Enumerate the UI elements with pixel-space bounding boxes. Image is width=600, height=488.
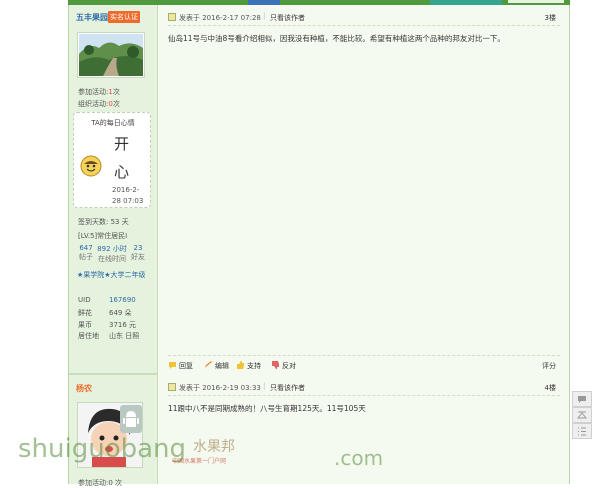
watermark-domain: .com [334, 446, 384, 470]
post-actions: 回复 编辑 支持 反对 评分 [168, 355, 560, 372]
mood-word-2: 心 [114, 163, 130, 181]
support-label: 支持 [247, 362, 261, 370]
thumbs-up-icon [236, 361, 245, 369]
daily-mood-box: TA的每日心情 开 心 2016-2- 28 07:03 [73, 112, 151, 208]
post-separator [69, 373, 157, 375]
org-activity-unit: 次 [112, 100, 120, 108]
thumbs-down-icon [271, 361, 280, 369]
join-activity-stat-2: 参加活动:0 次 [78, 479, 123, 487]
info-uid: UID 167690 [78, 296, 136, 304]
info-flowers-key: 鲜花 [78, 309, 92, 317]
divider: | [263, 12, 266, 20]
pencil-icon [204, 361, 213, 369]
info-location: 居住地 山东 日照 [78, 331, 139, 341]
join-activity-stat: 参加活动:1次 [78, 87, 120, 97]
floor-number-2[interactable]: 4楼 [545, 383, 556, 393]
online-time-label: 在线时间 [98, 255, 126, 263]
list-icon[interactable] [572, 423, 592, 439]
avatar-landscape-image [79, 34, 143, 76]
join-activity-label: 参加活动: [78, 88, 109, 96]
post-message: 仙岛11号与中油8号看介绍相似，因我没有种植，不能比较。希望有种植这两个品种的邦… [168, 34, 505, 43]
info-coins: 果币 3716 元 [78, 320, 136, 330]
medal-title[interactable]: ★果学院★大学二年级 [77, 270, 146, 280]
user-level[interactable]: [LV.5]常住居民I [78, 231, 127, 241]
watermark-text: shuiguobang [18, 434, 187, 464]
signin-days: 签到天数: 53 天 [78, 218, 129, 226]
post-time-icon [168, 13, 176, 21]
info-flowers-value: 649 朵 [109, 309, 132, 317]
oppose-label: 反对 [282, 362, 296, 370]
posts-count-value[interactable]: 647 [79, 244, 92, 252]
divider: | [263, 382, 266, 390]
watermark-cn: 水果邦 [193, 439, 235, 455]
verify-badge: 实名认证 [108, 11, 140, 23]
org-activity-stat: 组织活动:0次 [78, 99, 120, 109]
info-uid-key: UID [78, 296, 91, 304]
reply-label: 回复 [179, 362, 193, 370]
watermark-sub: 中国水果第一门户网 [172, 458, 227, 465]
reply-icon [168, 361, 177, 369]
mood-word-1: 开 [114, 135, 130, 153]
posts-count-label: 帖子 [79, 253, 93, 261]
mood-title: TA的每日心情 [91, 119, 135, 127]
author-name[interactable]: 五丰果园 [76, 12, 108, 23]
join-activity-unit: 次 [112, 88, 120, 96]
info-location-value: 山东 日照 [109, 332, 140, 340]
post-header: 发表于 2016-2-17 07:28 | 只看该作者 3楼 [168, 11, 560, 26]
online-time-value[interactable]: 892 小时 [97, 245, 127, 253]
avatar[interactable] [77, 32, 145, 78]
back-to-top-icon[interactable] [572, 407, 592, 423]
org-activity-label: 组织活动: [78, 100, 109, 108]
oppose-button[interactable]: 反对 [271, 361, 296, 371]
posts-count[interactable]: 647 帖子 [78, 244, 94, 262]
online-time[interactable]: 892 小时 在线时间 [97, 244, 127, 264]
only-author-link-2[interactable]: 只看该作者 [270, 383, 305, 393]
post-time: 发表于 2016-2-17 07:28 [179, 14, 261, 22]
smiley-face-icon [80, 155, 102, 179]
friends-count[interactable]: 23 好友 [130, 244, 146, 262]
friends-count-value[interactable]: 23 [134, 244, 143, 252]
nav-search-box[interactable] [508, 0, 564, 3]
android-icon [120, 405, 142, 433]
floor-number[interactable]: 3楼 [545, 13, 556, 23]
edit-label: 编辑 [215, 362, 229, 370]
info-location-key: 居住地 [78, 332, 99, 340]
post-time-2: 发表于 2016-2-19 03:33 [179, 384, 261, 392]
post-time-icon [168, 383, 176, 391]
info-coins-value: 3716 元 [109, 321, 137, 329]
info-flowers: 鲜花 649 朵 [78, 308, 132, 318]
comment-icon[interactable] [572, 391, 592, 407]
mood-date-line1: 2016-2- [112, 186, 140, 194]
reply-button[interactable]: 回复 [168, 361, 193, 371]
info-coins-key: 果币 [78, 321, 92, 329]
edit-button[interactable]: 编辑 [204, 361, 229, 371]
mood-date-line2: 28 07:03 [112, 197, 144, 205]
info-uid-value[interactable]: 167690 [109, 296, 136, 304]
post-header-2: 发表于 2016-2-19 03:33 | 只看该作者 4楼 [168, 381, 560, 396]
friends-count-label: 好友 [131, 253, 145, 261]
author-name-2[interactable]: 杨农 [76, 383, 92, 394]
only-author-link[interactable]: 只看该作者 [270, 13, 305, 23]
support-button[interactable]: 支持 [236, 361, 261, 371]
rate-button[interactable]: 评分 [542, 361, 556, 371]
post-message-2: 11跟中八不是同期成熟的！八号生育期125天。11号105天 [168, 404, 366, 413]
